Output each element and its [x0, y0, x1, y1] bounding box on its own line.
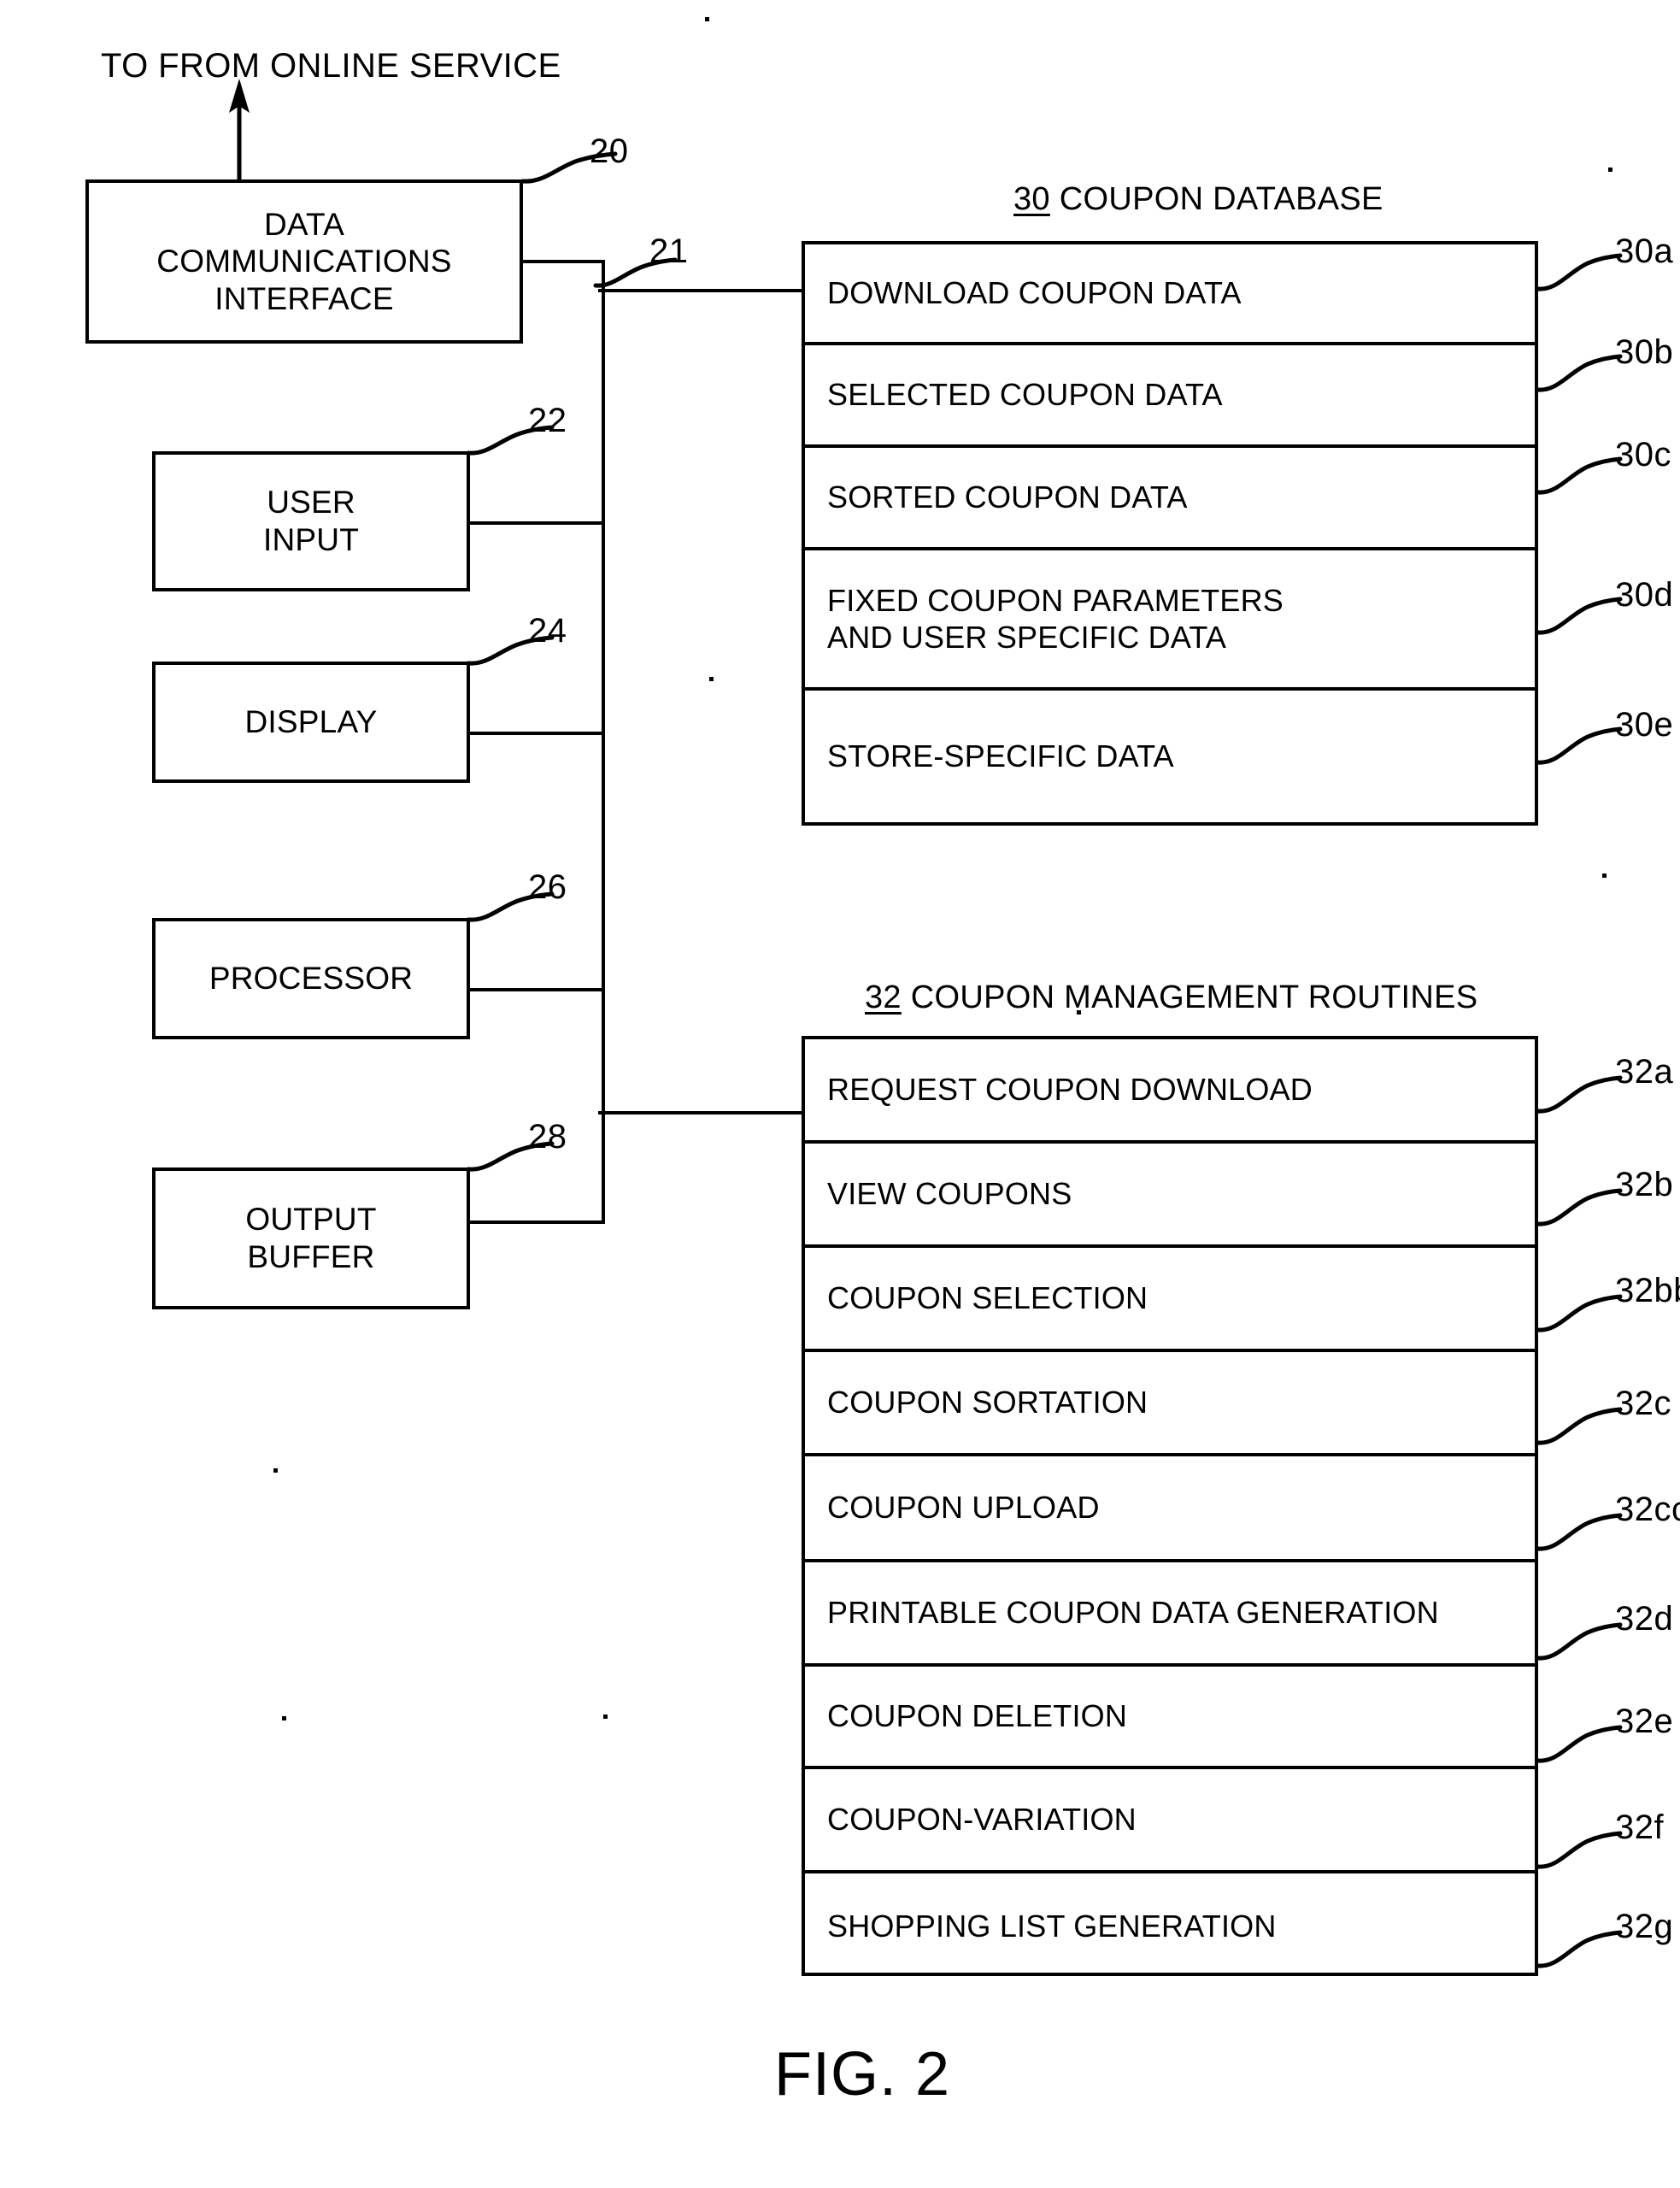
coupon-routines-row: COUPON SORTATION: [805, 1352, 1535, 1456]
coupon-routines-row: SHOPPING LIST GENERATION: [805, 1873, 1535, 1979]
coupon-database-row: SORTED COUPON DATA: [805, 448, 1535, 550]
ref-numeral-21: 21: [649, 232, 689, 270]
block-label: PROCESSOR: [209, 961, 414, 997]
external-service-label: TO FROM ONLINE SERVICE: [101, 47, 561, 85]
scan-speck: [282, 1716, 286, 1720]
block-label: OUTPUT BUFFER: [245, 1202, 377, 1274]
ref-numeral-32bb: 32bb: [1615, 1272, 1680, 1309]
row-label: COUPON SORTATION: [827, 1385, 1148, 1420]
main-bus-line: [602, 260, 605, 1224]
coupon-routines-heading-number: 32: [865, 979, 902, 1015]
ref-numeral-30c: 30c: [1615, 436, 1671, 473]
coupon-routines-row: PRINTABLE COUPON DATA GENERATION: [805, 1562, 1535, 1667]
ref-numeral-32cc: 32cc: [1615, 1491, 1680, 1528]
bus-branch-coupon-database: [598, 289, 803, 292]
row-label: COUPON-VARIATION: [827, 1802, 1137, 1838]
bus-branch-output-buffer: [467, 1220, 603, 1224]
coupon-routines-heading-text: COUPON MANAGEMENT ROUTINES: [901, 979, 1478, 1015]
scan-speck: [603, 1715, 608, 1719]
patent-figure-page: TO FROM ONLINE SERVICE DATA COMMUNICATIO…: [0, 0, 1680, 2188]
ref-numeral-30d: 30d: [1615, 576, 1674, 614]
scan-speck: [1608, 168, 1612, 172]
coupon-routines-row: COUPON UPLOAD: [805, 1456, 1535, 1562]
coupon-routines-row: COUPON SELECTION: [805, 1248, 1535, 1352]
row-label: SELECTED COUPON DATA: [827, 377, 1223, 413]
coupon-database-heading: 30 COUPON DATABASE: [1013, 181, 1383, 218]
row-label: SORTED COUPON DATA: [827, 479, 1188, 515]
ref-numeral-24: 24: [528, 612, 567, 650]
row-label: PRINTABLE COUPON DATA GENERATION: [827, 1595, 1439, 1631]
row-label: REQUEST COUPON DOWNLOAD: [827, 1072, 1313, 1108]
ref-numeral-32b: 32b: [1615, 1166, 1674, 1203]
coupon-database-heading-text: COUPON DATABASE: [1049, 181, 1383, 217]
block-display: DISPLAY: [152, 662, 470, 783]
coupon-database-row: DOWNLOAD COUPON DATA: [805, 244, 1535, 345]
block-data-communications-interface: DATA COMMUNICATIONS INTERFACE: [85, 179, 523, 344]
row-label: STORE-SPECIFIC DATA: [827, 738, 1174, 774]
ref-numeral-32d: 32d: [1615, 1600, 1674, 1638]
block-label: DISPLAY: [244, 704, 378, 740]
scan-speck: [709, 677, 714, 681]
coupon-routines-row: COUPON-VARIATION: [805, 1769, 1535, 1873]
ref-numeral-32a: 32a: [1615, 1053, 1674, 1091]
scan-speck: [1602, 873, 1607, 878]
block-processor: PROCESSOR: [152, 918, 470, 1039]
scan-speck: [273, 1468, 278, 1473]
bus-stub-dci: [520, 260, 605, 263]
bus-branch-display: [467, 732, 603, 735]
scan-speck: [1077, 1010, 1081, 1015]
ref-numeral-30b: 30b: [1615, 333, 1674, 371]
row-label: COUPON DELETION: [827, 1698, 1128, 1734]
coupon-routines-box: REQUEST COUPON DOWNLOAD VIEW COUPONS COU…: [802, 1036, 1538, 1976]
coupon-database-box: DOWNLOAD COUPON DATA SELECTED COUPON DAT…: [802, 241, 1538, 826]
block-output-buffer: OUTPUT BUFFER: [152, 1168, 470, 1309]
row-label: SHOPPING LIST GENERATION: [827, 1909, 1277, 1944]
figure-caption: FIG. 2: [774, 2040, 951, 2109]
ref-numeral-26: 26: [528, 868, 567, 906]
coupon-database-row: FIXED COUPON PARAMETERS AND USER SPECIFI…: [805, 550, 1535, 691]
bus-branch-user-input: [467, 521, 603, 525]
bus-branch-coupon-routines: [598, 1111, 803, 1115]
row-label: COUPON SELECTION: [827, 1280, 1148, 1316]
ref-numeral-32g: 32g: [1615, 1908, 1674, 1945]
row-label: VIEW COUPONS: [827, 1176, 1072, 1212]
block-label: DATA COMMUNICATIONS INTERFACE: [156, 206, 452, 316]
coupon-routines-row: REQUEST COUPON DOWNLOAD: [805, 1039, 1535, 1144]
scan-speck: [705, 17, 709, 21]
row-label: FIXED COUPON PARAMETERS AND USER SPECIFI…: [827, 582, 1284, 655]
ref-numeral-30a: 30a: [1615, 232, 1674, 270]
coupon-database-heading-number: 30: [1013, 181, 1050, 217]
row-label: DOWNLOAD COUPON DATA: [827, 275, 1242, 311]
coupon-database-row: STORE-SPECIFIC DATA: [805, 691, 1535, 822]
bus-branch-processor: [467, 988, 603, 991]
coupon-database-row: SELECTED COUPON DATA: [805, 345, 1535, 448]
row-label: COUPON UPLOAD: [827, 1490, 1100, 1526]
ref-numeral-30e: 30e: [1615, 706, 1674, 744]
ref-numeral-28: 28: [528, 1118, 567, 1156]
ref-numeral-32c: 32c: [1615, 1385, 1671, 1422]
coupon-routines-heading: 32 COUPON MANAGEMENT ROUTINES: [865, 979, 1477, 1016]
ref-numeral-32e: 32e: [1615, 1703, 1674, 1740]
ref-numeral-32f: 32f: [1615, 1809, 1665, 1846]
ref-numeral-22: 22: [528, 402, 567, 439]
block-label: USER INPUT: [263, 485, 359, 557]
ref-numeral-20: 20: [590, 132, 629, 170]
coupon-routines-row: COUPON DELETION: [805, 1667, 1535, 1769]
block-user-input: USER INPUT: [152, 451, 470, 591]
coupon-routines-row: VIEW COUPONS: [805, 1144, 1535, 1248]
